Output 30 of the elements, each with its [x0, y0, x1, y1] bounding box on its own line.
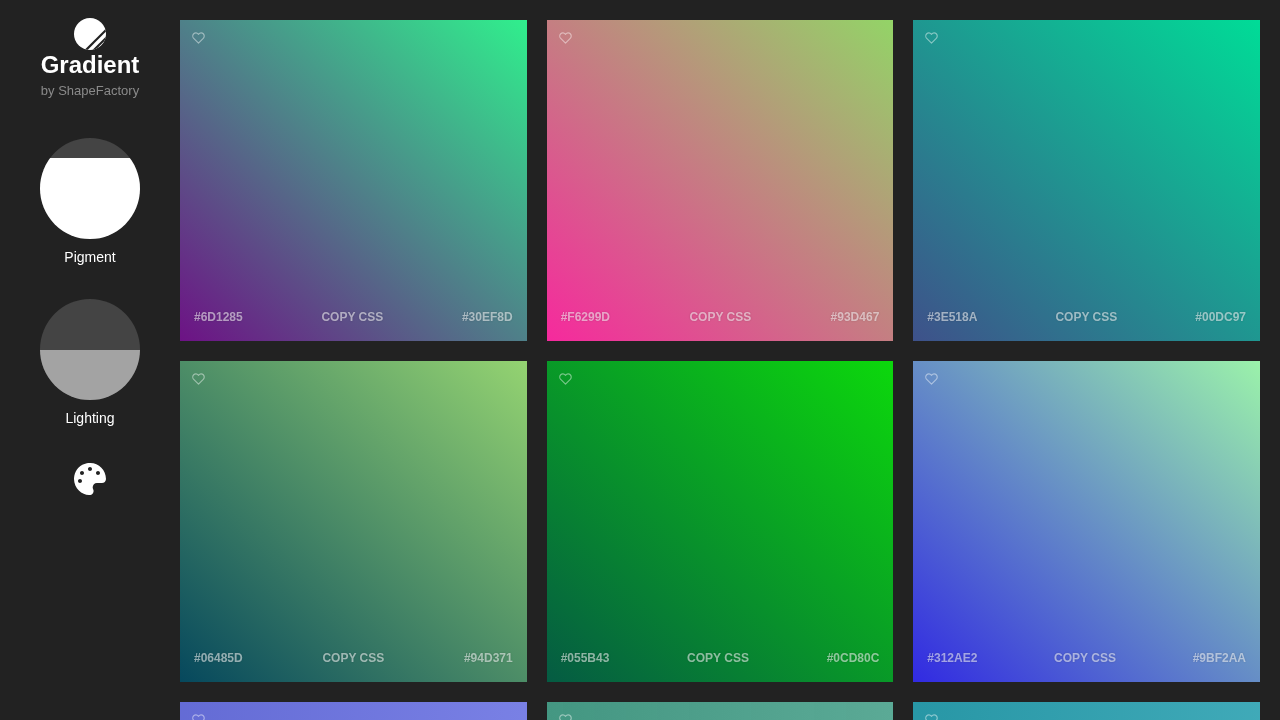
app-byline: by ShapeFactory — [40, 82, 140, 100]
dial-label: Pigment — [64, 248, 116, 266]
copy-css-button[interactable]: COPY CSS — [687, 651, 749, 665]
heart-icon[interactable] — [192, 32, 205, 44]
start-hex-code: #6D1285 — [194, 310, 243, 324]
heart-icon[interactable] — [558, 373, 572, 385]
logo-icon — [74, 18, 106, 50]
end-hex-code: #00DC97 — [1195, 310, 1246, 324]
app-title: Gradient — [40, 50, 140, 80]
start-hex-code: #3E518A — [927, 310, 978, 324]
end-hex-code: #0CD80C — [826, 651, 880, 665]
copy-css-button[interactable]: COPY CSS — [1054, 651, 1116, 665]
end-hex-code: #30EF8D — [461, 310, 513, 324]
start-hex-code: #06485D — [194, 651, 243, 665]
copy-css-button[interactable]: COPY CSS — [321, 310, 384, 324]
copy-css-button[interactable]: COPY CSS — [322, 651, 385, 665]
heart-icon[interactable] — [558, 32, 572, 44]
start-hex-code: #312AE2 — [927, 651, 978, 665]
end-hex-code: #94D371 — [463, 651, 513, 665]
heart-icon[interactable] — [192, 373, 205, 385]
end-hex-code: #93D467 — [830, 310, 880, 324]
end-hex-code: #9BF2AA — [1192, 651, 1246, 665]
heart-icon[interactable] — [925, 32, 939, 44]
copy-css-button[interactable]: COPY CSS — [689, 310, 752, 324]
palette-icon[interactable] — [74, 463, 106, 495]
start-hex-code: #F6299D — [560, 310, 611, 324]
start-hex-code: #055B43 — [560, 651, 610, 665]
heart-icon[interactable] — [925, 373, 939, 385]
dial-label: Lighting — [65, 409, 115, 427]
copy-css-button[interactable]: COPY CSS — [1055, 310, 1118, 324]
